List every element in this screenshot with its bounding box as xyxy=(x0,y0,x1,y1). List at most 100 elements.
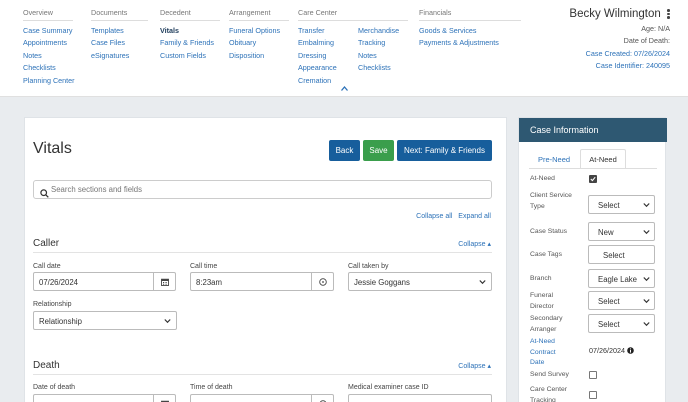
time-of-death-field[interactable] xyxy=(190,394,334,402)
chevron-down-icon xyxy=(479,278,486,287)
nav-link-disposition[interactable]: Disposition xyxy=(229,50,289,62)
funeral-director-select[interactable]: Select xyxy=(588,291,655,310)
date-of-death-label: Date of Death: xyxy=(623,36,670,46)
case-status-value: New xyxy=(598,228,614,237)
nav-heading-decedent: Decedent xyxy=(160,8,220,21)
nav-heading-care-center: Care Center xyxy=(298,8,408,21)
info-icon[interactable] xyxy=(627,347,634,354)
nav-heading-financials: Financials xyxy=(419,8,521,21)
chevron-down-icon xyxy=(643,320,650,329)
care-center-tracking-label: Care Center Tracking xyxy=(530,386,568,402)
decedent-name-row: Becky Wilmington xyxy=(569,8,670,20)
nav-link-care-checklists[interactable]: Checklists xyxy=(358,62,399,74)
secondary-arranger-value: Select xyxy=(598,320,620,329)
kebab-menu-icon[interactable] xyxy=(667,8,670,20)
age-row: Age: N/A xyxy=(569,23,670,35)
nav-link-notes[interactable]: Notes xyxy=(23,50,75,62)
relationship-value: Relationship xyxy=(39,317,82,326)
search-placeholder: Search sections and fields xyxy=(51,185,143,194)
nav-group-decedent: Decedent Vitals Family & Friends Custom … xyxy=(160,8,220,62)
contract-date-label[interactable]: At-Need Contract Date xyxy=(530,337,570,369)
at-need-checkbox[interactable] xyxy=(589,175,597,183)
date-of-death-field-label: Date of death xyxy=(33,384,76,391)
clock-icon[interactable] xyxy=(311,395,333,402)
case-tags-label: Case Tags xyxy=(530,251,562,258)
relationship-label: Relationship xyxy=(33,301,72,308)
nav-link-appointments[interactable]: Appointments xyxy=(23,37,75,49)
call-taken-by-value: Jessie Goggans xyxy=(354,278,410,287)
call-taken-by-label: Call taken by xyxy=(348,263,389,270)
call-date-value: 07/26/2024 xyxy=(39,278,79,287)
funeral-director-label: Funeral Director xyxy=(530,292,554,310)
case-identifier-row: Case Identifier: 240095 xyxy=(569,60,670,72)
collapse-all-link[interactable]: Collapse all xyxy=(416,213,452,220)
back-button[interactable]: Back xyxy=(329,140,360,161)
chevron-down-icon xyxy=(643,297,650,306)
case-created-label: Case Created: xyxy=(585,48,633,58)
collapse-expand-links: Collapse all Expand all xyxy=(412,213,491,220)
nav-link-goods-services[interactable]: Goods & Services xyxy=(419,25,521,37)
clock-icon[interactable] xyxy=(311,273,333,290)
calendar-icon[interactable] xyxy=(153,395,175,402)
nav-group-care-center: Care Center Transfer Embalming Dressing … xyxy=(298,8,408,87)
case-created-row: Case Created: 07/26/2024 xyxy=(569,48,670,60)
care-center-tracking-checkbox[interactable] xyxy=(589,391,597,399)
case-status-select[interactable]: New xyxy=(588,222,655,241)
nav-link-planning-center[interactable]: Planning Center xyxy=(23,75,75,87)
next-family-friends-button[interactable]: Next: Family & Friends xyxy=(397,140,492,161)
case-tags-select[interactable]: Select xyxy=(588,245,655,264)
secondary-arranger-select[interactable]: Select xyxy=(588,314,655,333)
case-identifier-value: 240095 xyxy=(646,60,670,70)
date-of-death-field[interactable] xyxy=(33,394,176,402)
call-date-label: Call date xyxy=(33,263,61,270)
nav-link-tracking[interactable]: Tracking xyxy=(358,37,399,49)
nav-collapse-chevron-icon[interactable] xyxy=(341,84,348,93)
call-taken-by-select[interactable]: Jessie Goggans xyxy=(348,272,492,291)
nav-link-family-friends[interactable]: Family & Friends xyxy=(160,37,220,49)
tab-divider xyxy=(529,168,657,169)
send-survey-label: Send Survey xyxy=(530,371,569,378)
calendar-icon[interactable] xyxy=(153,273,175,290)
nav-link-vitals[interactable]: Vitals xyxy=(160,25,220,37)
case-information-panel: Case Information Pre-Need At-Need At-Nee… xyxy=(518,117,667,402)
nav-group-documents: Documents Templates Case Files eSignatur… xyxy=(91,8,148,62)
call-date-field[interactable]: 07/26/2024 xyxy=(33,272,176,291)
nav-link-custom-fields[interactable]: Custom Fields xyxy=(160,50,220,62)
case-identifier-label: Case Identifier: xyxy=(595,60,645,70)
funeral-director-value: Select xyxy=(598,297,620,306)
relationship-select[interactable]: Relationship xyxy=(33,311,177,330)
medical-examiner-case-id-input[interactable] xyxy=(348,394,492,402)
send-survey-checkbox[interactable] xyxy=(589,371,597,379)
nav-link-checklists[interactable]: Checklists xyxy=(23,62,75,74)
nav-heading-overview: Overview xyxy=(23,8,73,21)
nav-link-payments-adjustments[interactable]: Payments & Adjustments xyxy=(419,37,521,49)
caller-collapse-link[interactable]: Collapse ▴ xyxy=(458,240,491,248)
nav-link-funeral-options[interactable]: Funeral Options xyxy=(229,25,289,37)
nav-link-case-summary[interactable]: Case Summary xyxy=(23,25,75,37)
case-status-label: Case Status xyxy=(530,228,568,235)
tab-at-need[interactable]: At-Need xyxy=(580,149,626,169)
client-service-type-select[interactable]: Select xyxy=(588,195,655,214)
nav-link-care-notes[interactable]: Notes xyxy=(358,50,399,62)
nav-link-templates[interactable]: Templates xyxy=(91,25,148,37)
nav-link-cremation[interactable]: Cremation xyxy=(298,75,408,87)
tab-pre-need[interactable]: Pre-Need xyxy=(529,149,579,169)
save-button[interactable]: Save xyxy=(363,140,394,161)
client-service-type-label: Client Service Type xyxy=(530,192,572,210)
death-collapse-link[interactable]: Collapse ▴ xyxy=(458,362,491,370)
death-section-title: Death xyxy=(33,360,60,371)
nav-link-merchandise[interactable]: Merchandise xyxy=(358,25,399,37)
age-label: Age: xyxy=(641,24,657,33)
page-title: Vitals xyxy=(33,140,72,157)
nav-link-obituary[interactable]: Obituary xyxy=(229,37,289,49)
branch-select[interactable]: Eagle Lake xyxy=(588,269,655,288)
nav-link-esignatures[interactable]: eSignatures xyxy=(91,50,148,62)
search-sections-input[interactable]: Search sections and fields xyxy=(33,180,492,199)
nav-link-case-files[interactable]: Case Files xyxy=(91,37,148,49)
expand-all-link[interactable]: Expand all xyxy=(458,213,491,220)
chevron-down-icon xyxy=(643,228,650,237)
call-time-field[interactable]: 8:23am xyxy=(190,272,334,291)
contract-date-value: 07/26/2024 xyxy=(589,346,625,355)
nav-heading-documents: Documents xyxy=(91,8,148,21)
search-icon xyxy=(40,185,49,203)
